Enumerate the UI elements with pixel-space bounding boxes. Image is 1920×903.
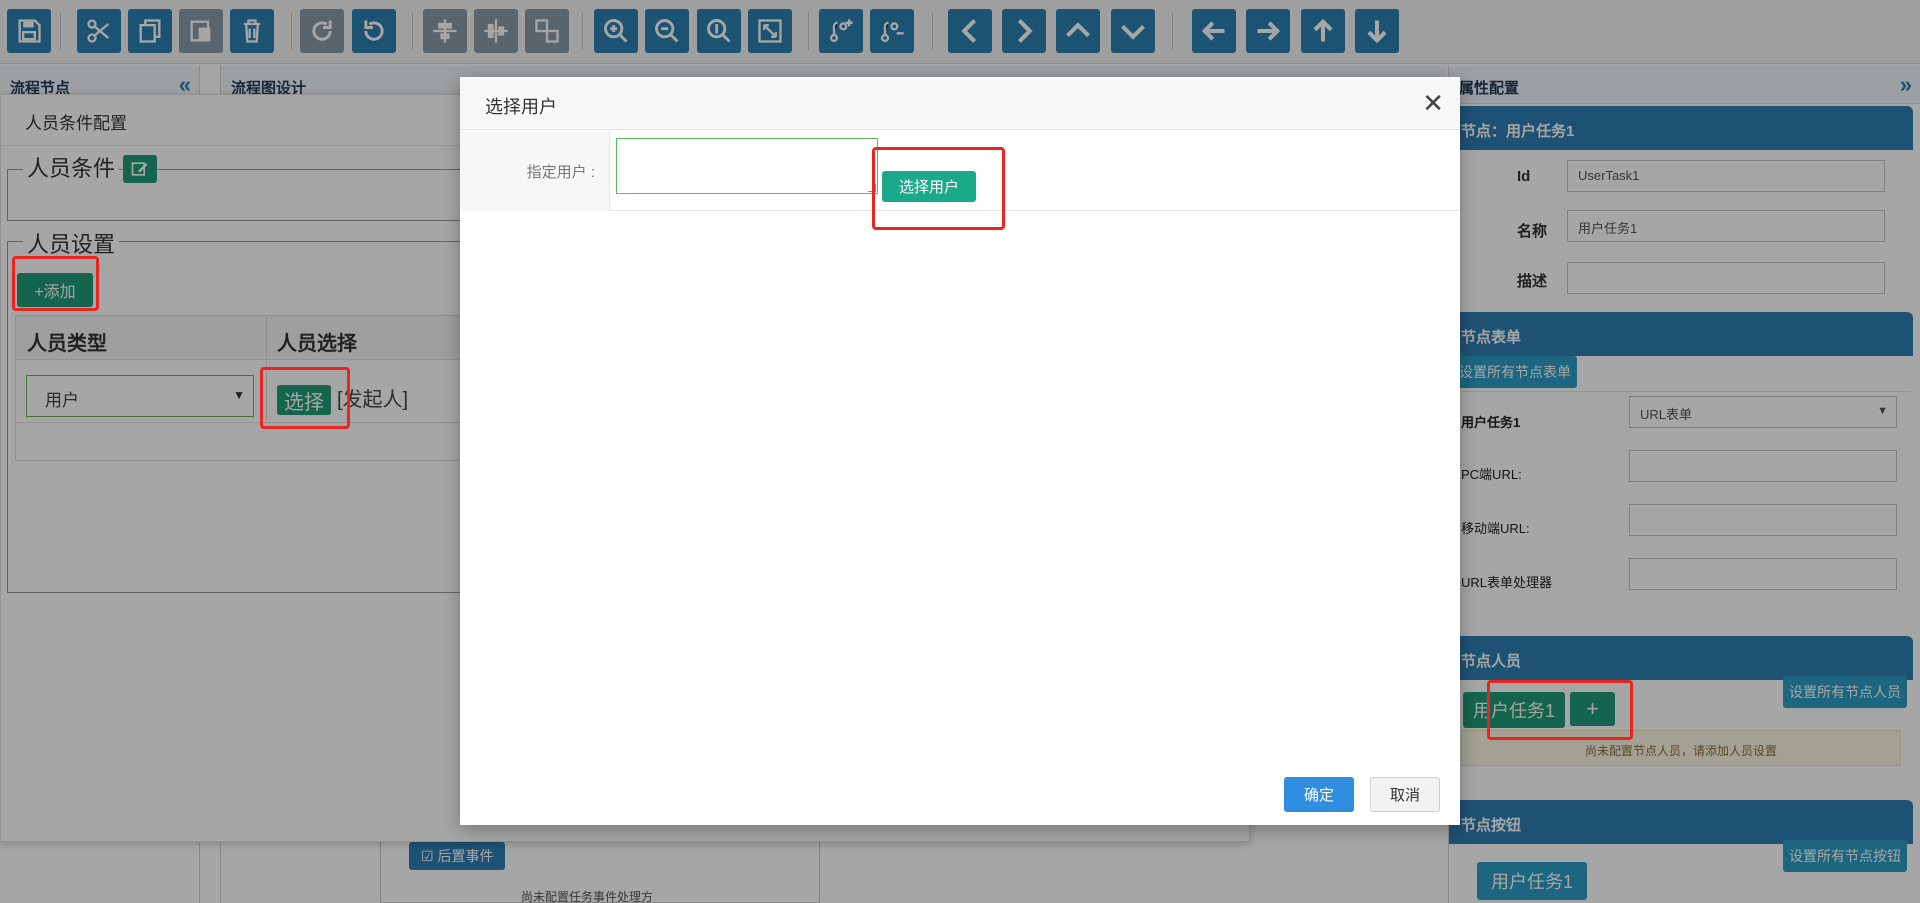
cancel-button[interactable]: 取消 [1370,777,1440,812]
dialog-title: 选择用户 [485,97,557,117]
confirm-button[interactable]: 确定 [1284,777,1354,812]
highlight-choose-user-button [872,147,1005,230]
dialog-header: 选择用户 ✕ [460,77,1460,130]
dialog-label-cell: 指定用户 : [460,131,610,211]
assign-user-textarea[interactable] [616,138,878,194]
assign-user-label: 指定用户 : [526,164,595,181]
highlight-select-button [260,367,350,429]
highlight-people-task [1487,680,1633,740]
highlight-add-button [12,256,99,311]
close-icon[interactable]: ✕ [1422,88,1444,119]
